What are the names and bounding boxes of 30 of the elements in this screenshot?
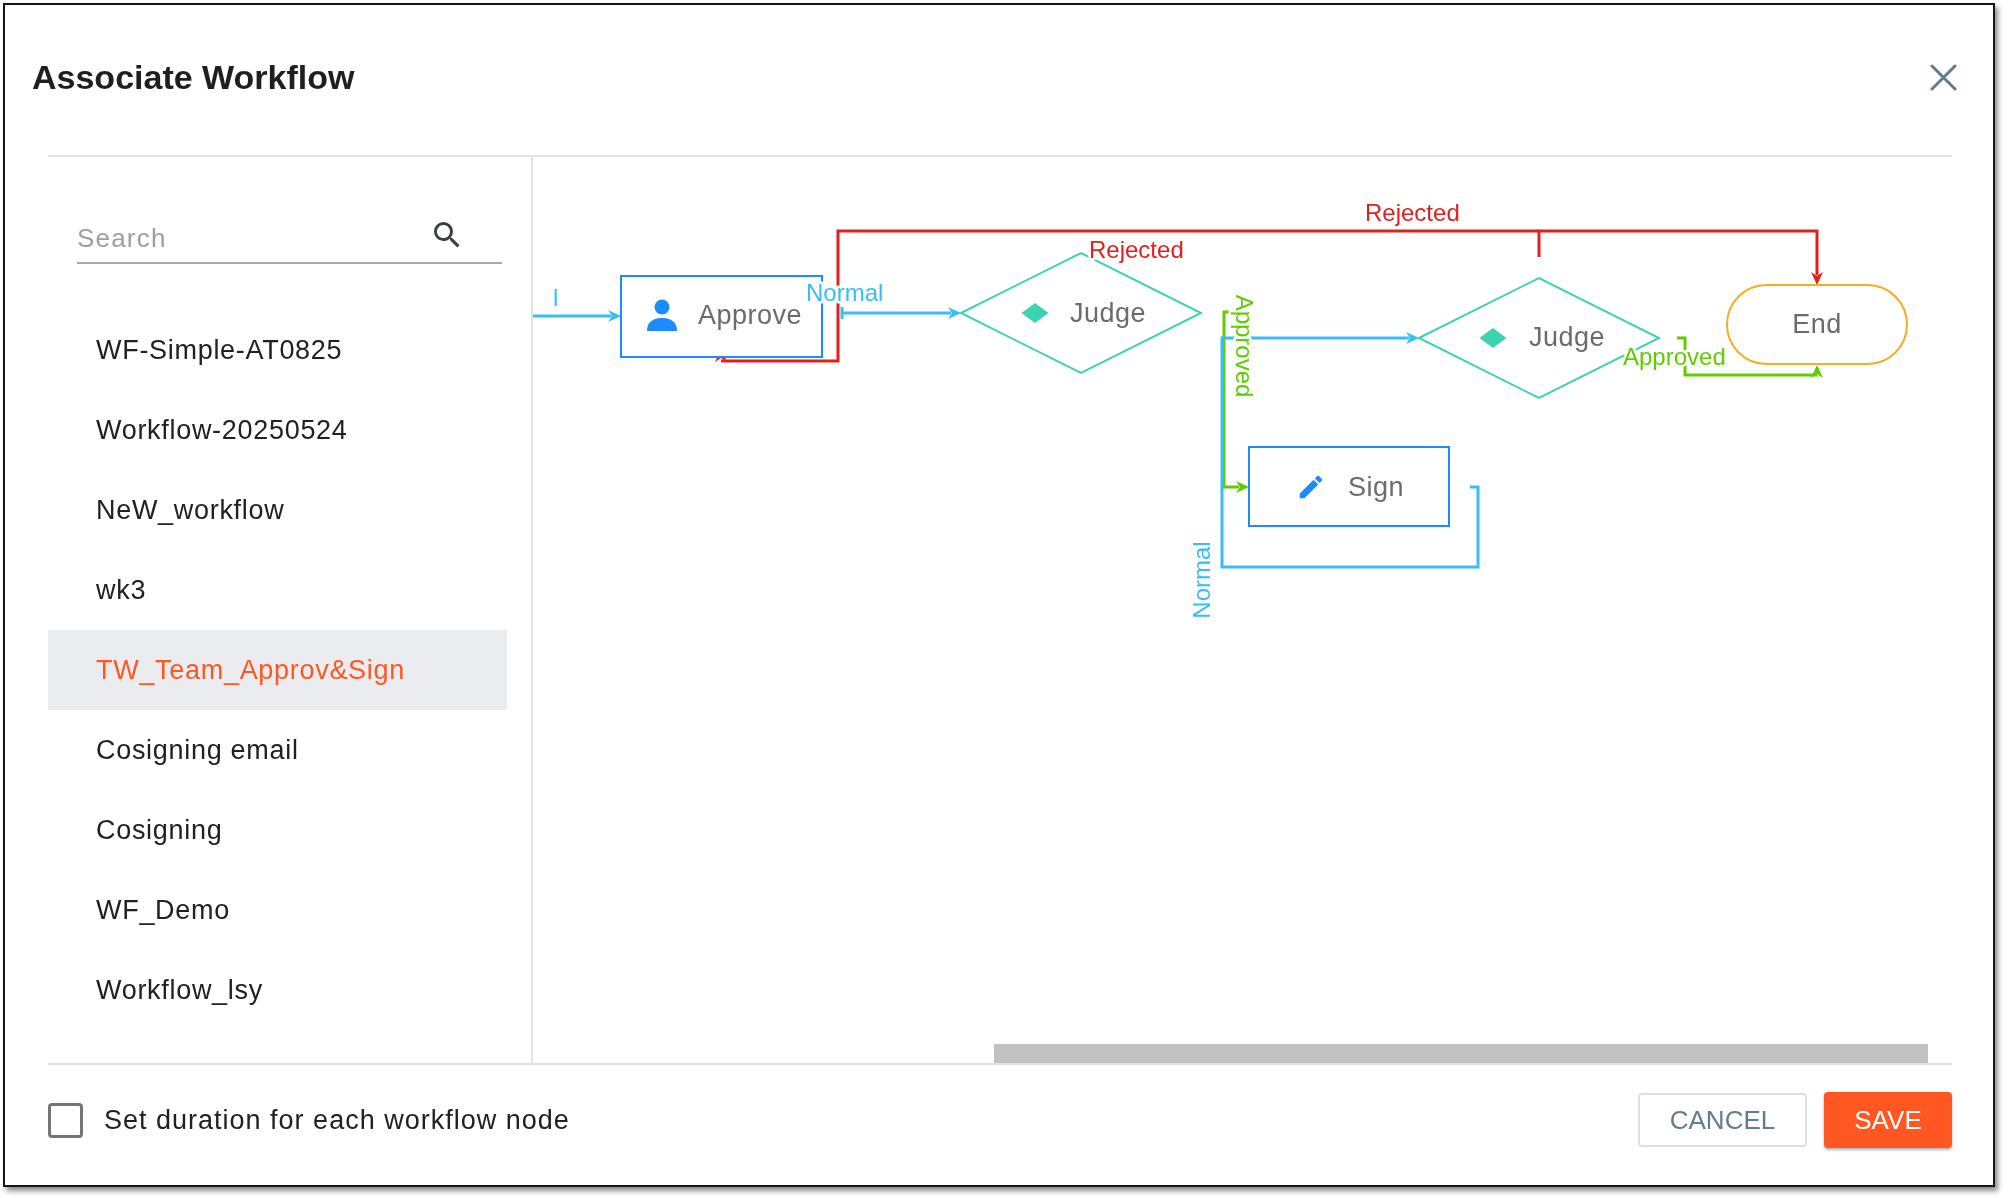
node-label: Sign xyxy=(1348,472,1405,502)
diamond-icon xyxy=(1479,328,1507,348)
connector-label: Approved xyxy=(1230,294,1258,398)
workflow-list-item[interactable]: WF-Simple-AT0825 xyxy=(48,310,507,390)
workflow-list-item[interactable]: Workflow_lsy xyxy=(48,950,507,1030)
connector-label: l xyxy=(553,283,559,311)
person-icon xyxy=(647,299,677,331)
connector-label: Rejected xyxy=(1089,235,1184,263)
scrollbar-thumb[interactable] xyxy=(994,1044,1928,1063)
workflow-list-item[interactable]: WF_Demo xyxy=(48,870,507,950)
workflow-list-item[interactable]: NeW_workflow xyxy=(48,470,507,550)
checkbox-label[interactable]: Set duration for each workflow node xyxy=(104,1104,570,1136)
node-label: Approve xyxy=(698,300,803,330)
connector-label: Normal xyxy=(1187,541,1215,619)
dialog-title: Associate Workflow xyxy=(32,57,355,97)
workflow-list-item[interactable]: wk3 xyxy=(48,550,507,630)
search-icon[interactable] xyxy=(434,222,461,249)
workflow-list-item[interactable]: Workflow-20250524 xyxy=(48,390,507,470)
node-label: Judge xyxy=(1070,298,1147,328)
diamond-icon xyxy=(1021,303,1049,323)
checkbox[interactable] xyxy=(48,1102,83,1138)
workflow-list-item[interactable]: Cosigning xyxy=(48,790,507,870)
pencil-icon xyxy=(1299,475,1323,499)
node-label: Judge xyxy=(1529,322,1606,352)
connector-label: Rejected xyxy=(1365,198,1460,226)
close-button[interactable] xyxy=(1930,64,1957,91)
close-icon xyxy=(1930,64,1957,91)
workflow-list-item[interactable]: Cosigning email xyxy=(48,710,507,790)
node-label: End xyxy=(1792,309,1842,339)
cancel-button[interactable]: CANCEL xyxy=(1638,1093,1807,1147)
